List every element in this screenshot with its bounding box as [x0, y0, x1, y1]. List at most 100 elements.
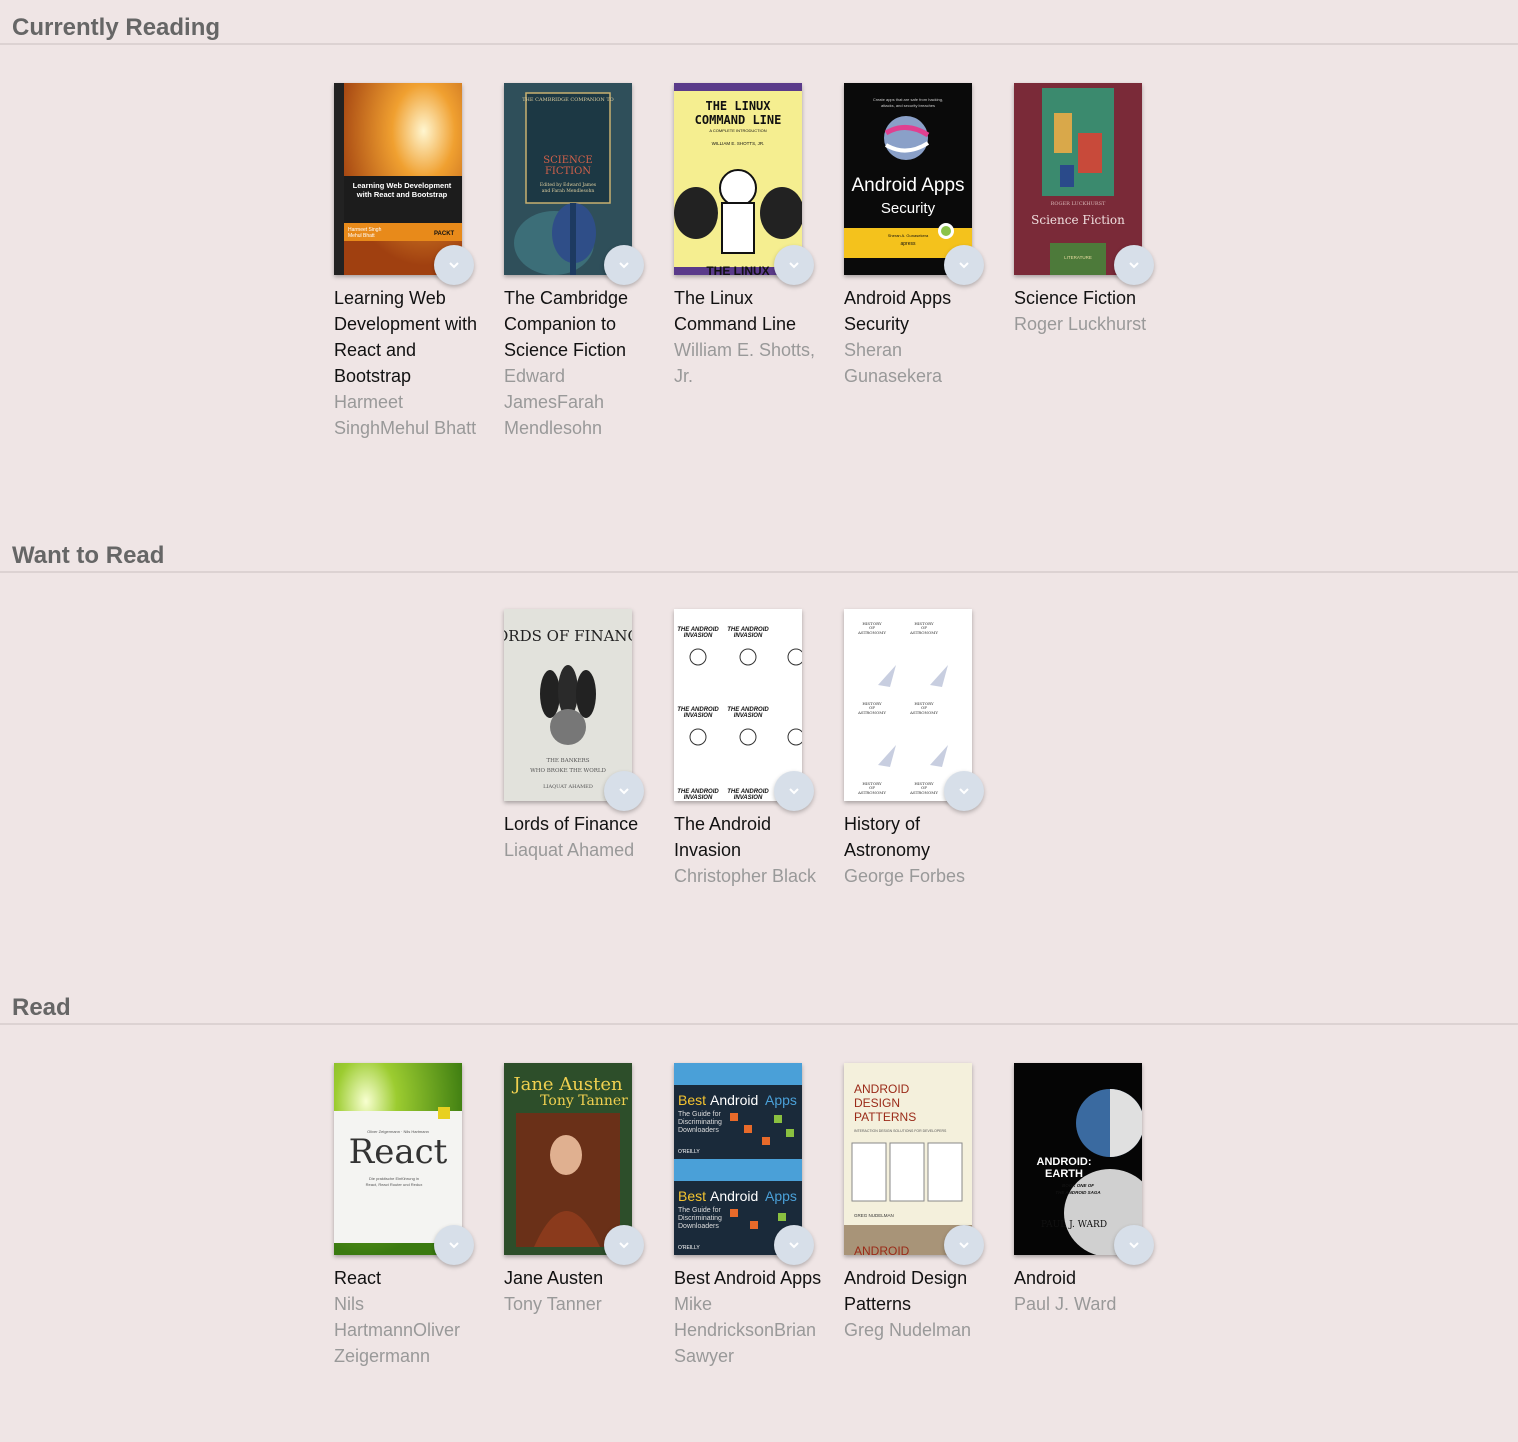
svg-text:FICTION: FICTION: [545, 166, 591, 177]
svg-text:Android Apps: Android Apps: [851, 175, 964, 196]
book-title: Android Design Patterns: [844, 1268, 968, 1314]
book-cover[interactable]: Jane Austen Tony Tanner: [504, 1063, 632, 1255]
book-title: Lords of Finance: [504, 814, 639, 834]
svg-text:Android: Android: [710, 1092, 758, 1108]
chevron-down-icon: [619, 1242, 629, 1249]
book-cover[interactable]: ANDROID DESIGN PATTERNS INTERACTION DESI…: [844, 1063, 972, 1255]
svg-text:ASTRONOMY: ASTRONOMY: [909, 790, 938, 795]
shelf-changer-button[interactable]: [604, 771, 644, 811]
book-title: Learning Web Development with React and …: [334, 288, 478, 386]
svg-text:Downloaders: Downloaders: [678, 1223, 719, 1230]
svg-text:Apps: Apps: [765, 1188, 797, 1204]
book-cover[interactable]: HISTORY OF ASTRONOMY HISTORY OF ASTRONOMY HI…: [844, 609, 972, 801]
svg-text:React: React: [349, 1132, 448, 1172]
shelf-currently-reading: Currently Reading Learning Web Developme…: [0, 0, 1518, 528]
book-grid: Learning Web Development with React and …: [0, 45, 1518, 441]
book-title: Android: [1014, 1268, 1077, 1288]
book-authors: Christopher Black: [674, 866, 817, 886]
book: Best Android Apps The Guide for Discrimi…: [674, 1063, 844, 1369]
shelf-title: Currently Reading: [0, 0, 1518, 45]
shelf-changer-button[interactable]: [1114, 245, 1154, 285]
svg-text:Downloaders: Downloaders: [678, 1127, 719, 1134]
svg-text:PACKT: PACKT: [434, 231, 455, 237]
svg-text:INVASION: INVASION: [734, 633, 763, 639]
book-authors: Edward JamesFarah Mendlesohn: [504, 366, 605, 438]
book-grid: LORDS OF FINANCE THE BANKERS WHO BROKE T…: [0, 573, 1518, 889]
book-title: The Linux Command Line: [674, 288, 797, 334]
book: LORDS OF FINANCE THE BANKERS WHO BROKE T…: [504, 609, 674, 889]
book-cover[interactable]: THE LINUX COMMAND LINE A COMPLETE INTROD…: [674, 83, 802, 275]
book-title: Jane Austen: [504, 1268, 604, 1288]
svg-text:ANDROID: ANDROID: [854, 1082, 910, 1096]
svg-text:ANDROID: ANDROID: [854, 1244, 910, 1255]
svg-text:Apps: Apps: [765, 1092, 797, 1108]
book-cover[interactable]: Create apps that are safe from hacking, …: [844, 83, 972, 275]
svg-text:ASTRONOMY: ASTRONOMY: [857, 630, 886, 635]
svg-text:DESIGN: DESIGN: [854, 1096, 900, 1110]
book: HISTORY OF ASTRONOMY HISTORY OF ASTRONOMY HI…: [844, 609, 1014, 889]
book-title: The Android Invasion: [674, 814, 772, 860]
shelf-changer-button[interactable]: [604, 245, 644, 285]
book: Jane Austen Tony Tanner Jane Austen Tony…: [504, 1063, 674, 1369]
svg-text:THE ANDROID SAGA: THE ANDROID SAGA: [1055, 1190, 1100, 1195]
book-cover[interactable]: LORDS OF FINANCE THE BANKERS WHO BROKE T…: [504, 609, 632, 801]
svg-text:Edited by Edward James: Edited by Edward James: [540, 182, 597, 188]
shelf-title: Read: [0, 980, 1518, 1025]
svg-text:BOOK ONE OF: BOOK ONE OF: [1062, 1183, 1094, 1188]
shelf-changer-button[interactable]: [774, 1225, 814, 1265]
svg-text:THE LINUX: THE LINUX: [706, 264, 769, 275]
book: ANDROID DESIGN PATTERNS INTERACTION DESI…: [844, 1063, 1014, 1369]
book-authors: Roger Luckhurst: [1014, 314, 1147, 334]
svg-text:INVASION: INVASION: [684, 795, 713, 801]
shelf-changer-button[interactable]: [944, 245, 984, 285]
svg-text:INVASION: INVASION: [684, 633, 713, 639]
shelf-changer-button[interactable]: [774, 771, 814, 811]
svg-text:O'REILLY: O'REILLY: [678, 1245, 700, 1251]
chevron-down-icon: [959, 1242, 969, 1249]
svg-text:with React and Bootstrap: with React and Bootstrap: [356, 190, 448, 199]
book-authors: Greg Nudelman: [844, 1320, 972, 1340]
svg-text:O'REILLY: O'REILLY: [678, 1149, 700, 1155]
chevron-down-icon: [619, 788, 629, 795]
svg-text:Discriminating: Discriminating: [678, 1215, 722, 1222]
chevron-down-icon: [449, 1242, 459, 1249]
svg-text:ASTRONOMY: ASTRONOMY: [909, 630, 938, 635]
book-cover[interactable]: Best Android Apps The Guide for Discrimi…: [674, 1063, 802, 1255]
shelf-changer-button[interactable]: [434, 1225, 474, 1265]
svg-text:THE BANKERS: THE BANKERS: [546, 758, 589, 764]
chevron-down-icon: [449, 262, 459, 269]
book-cover[interactable]: THE ANDROID INVASION THE ANDROID INVASION …: [674, 609, 802, 801]
svg-text:GREG NUDELMAN: GREG NUDELMAN: [854, 1213, 894, 1218]
book-cover[interactable]: THE CAMBRIDGE COMPANION TO SCIENCE FICTI…: [504, 83, 632, 275]
book-authors: William E. Shotts, Jr.: [674, 340, 816, 386]
shelf-changer-button[interactable]: [1114, 1225, 1154, 1265]
shelf-changer-button[interactable]: [604, 1225, 644, 1265]
book-cover[interactable]: ANDROID: EARTH BOOK ONE OF THE ANDROID S…: [1014, 1063, 1142, 1255]
shelf-changer-button[interactable]: [944, 1225, 984, 1265]
book-cover[interactable]: ROGER LUCKHURST Science Fiction LITERATU…: [1014, 83, 1142, 275]
book: Create apps that are safe from hacking, …: [844, 83, 1014, 441]
book-authors: Nils HartmannOliver Zeigermann: [334, 1294, 461, 1366]
book-title: The Cambridge Companion to Science Ficti…: [504, 288, 629, 360]
shelf-changer-button[interactable]: [774, 245, 814, 285]
svg-text:INVASION: INVASION: [684, 713, 713, 719]
shelf-title: Want to Read: [0, 528, 1518, 573]
book-title: Android Apps Security: [844, 288, 952, 334]
svg-text:THE LINUX: THE LINUX: [705, 99, 771, 113]
shelf-changer-button[interactable]: [434, 245, 474, 285]
book-cover[interactable]: Oliver Zeigermann · Nils Hartmann React …: [334, 1063, 462, 1255]
svg-text:PAUL J. WARD: PAUL J. WARD: [1041, 1220, 1107, 1230]
book: ROGER LUCKHURST Science Fiction LITERATU…: [1014, 83, 1184, 441]
book-authors: Tony Tanner: [504, 1294, 602, 1314]
book-cover[interactable]: Learning Web Development with React and …: [334, 83, 462, 275]
svg-text:WILLIAM E. SHOTTS, JR.: WILLIAM E. SHOTTS, JR.: [712, 141, 765, 146]
shelf-changer-button[interactable]: [944, 771, 984, 811]
svg-text:The Guide for: The Guide for: [678, 1111, 721, 1118]
svg-text:ASTRONOMY: ASTRONOMY: [909, 710, 938, 715]
svg-text:LIAQUAT AHAMED: LIAQUAT AHAMED: [543, 784, 593, 790]
svg-text:attacks, and security breaches: attacks, and security breaches: [881, 103, 935, 108]
book-grid: Oliver Zeigermann · Nils Hartmann React …: [0, 1025, 1518, 1369]
chevron-down-icon: [1129, 1242, 1139, 1249]
book-authors: Liaquat Ahamed: [504, 840, 635, 860]
bookshelf-app: Currently Reading Learning Web Developme…: [0, 0, 1518, 1442]
